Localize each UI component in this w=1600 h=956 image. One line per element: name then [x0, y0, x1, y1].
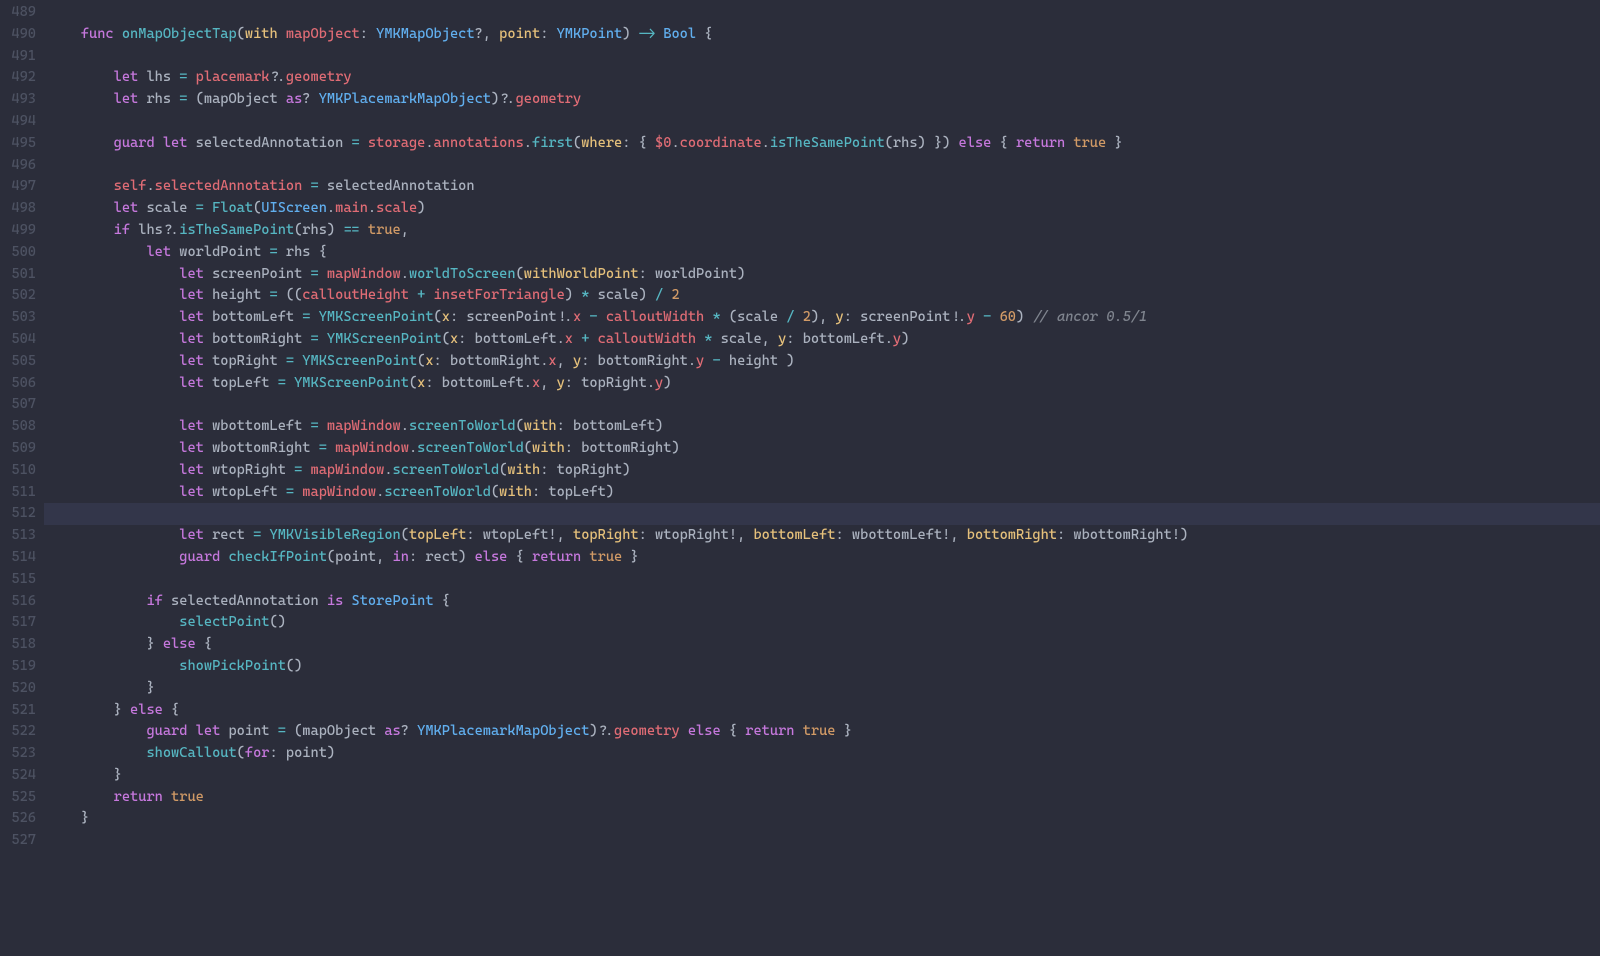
code-line[interactable]	[48, 2, 1600, 24]
line-number: 502	[0, 285, 36, 307]
line-number: 519	[0, 656, 36, 678]
line-number-gutter: 4894904914924934944954964974984995005015…	[0, 0, 48, 852]
line-number: 506	[0, 373, 36, 395]
line-number: 493	[0, 89, 36, 111]
code-line[interactable]: } else {	[48, 634, 1600, 656]
line-number: 510	[0, 460, 36, 482]
code-line[interactable]: showPickPoint()	[48, 656, 1600, 678]
line-number: 503	[0, 307, 36, 329]
code-line[interactable]: guard checkIfPoint(point, in: rect) else…	[48, 547, 1600, 569]
code-line[interactable]	[48, 46, 1600, 68]
code-line[interactable]: self.selectedAnnotation = selectedAnnota…	[48, 176, 1600, 198]
code-line[interactable]: let wtopRight = mapWindow.screenToWorld(…	[48, 460, 1600, 482]
line-number: 518	[0, 634, 36, 656]
line-number: 513	[0, 525, 36, 547]
line-number: 489	[0, 2, 36, 24]
line-number: 492	[0, 67, 36, 89]
line-number: 516	[0, 591, 36, 613]
code-line[interactable]: let rect = YMKVisibleRegion(topLeft: wto…	[48, 525, 1600, 547]
code-line[interactable]: let screenPoint = mapWindow.worldToScree…	[48, 264, 1600, 286]
line-number: 496	[0, 155, 36, 177]
code-line[interactable]: func onMapObjectTap(with mapObject: YMKM…	[48, 24, 1600, 46]
code-line[interactable]: let height = ((calloutHeight + insetForT…	[48, 285, 1600, 307]
code-line[interactable]: selectPoint()	[48, 612, 1600, 634]
line-number: 509	[0, 438, 36, 460]
line-number: 495	[0, 133, 36, 155]
code-line[interactable]	[48, 569, 1600, 591]
line-number: 497	[0, 176, 36, 198]
line-number: 514	[0, 547, 36, 569]
line-number: 526	[0, 808, 36, 830]
code-line[interactable]: let lhs = placemark?.geometry	[48, 67, 1600, 89]
line-number: 527	[0, 830, 36, 852]
code-line[interactable]: let topLeft = YMKScreenPoint(x: bottomLe…	[48, 373, 1600, 395]
code-line[interactable]	[48, 830, 1600, 852]
line-number: 494	[0, 111, 36, 133]
line-number: 523	[0, 743, 36, 765]
code-area[interactable]: func onMapObjectTap(with mapObject: YMKM…	[48, 0, 1600, 852]
code-line[interactable]: guard let selectedAnnotation = storage.a…	[48, 133, 1600, 155]
code-line[interactable]: }	[48, 678, 1600, 700]
line-number: 521	[0, 700, 36, 722]
code-line[interactable]: let scale = Float(UIScreen.main.scale)	[48, 198, 1600, 220]
code-line[interactable]	[48, 155, 1600, 177]
line-number: 512	[0, 503, 36, 525]
code-line[interactable]: }	[48, 808, 1600, 830]
code-line[interactable]: }	[48, 765, 1600, 787]
line-number: 499	[0, 220, 36, 242]
line-number: 505	[0, 351, 36, 373]
line-number: 525	[0, 787, 36, 809]
code-line[interactable]	[44, 503, 1600, 525]
code-line[interactable]: guard let point = (mapObject as? YMKPlac…	[48, 721, 1600, 743]
line-number: 491	[0, 46, 36, 68]
line-number: 515	[0, 569, 36, 591]
code-line[interactable]: showCallout(for: point)	[48, 743, 1600, 765]
code-line[interactable]: if selectedAnnotation is StorePoint {	[48, 591, 1600, 613]
line-number: 524	[0, 765, 36, 787]
code-editor[interactable]: 4894904914924934944954964974984995005015…	[0, 0, 1600, 852]
line-number: 517	[0, 612, 36, 634]
code-line[interactable]: let rhs = (mapObject as? YMKPlacemarkMap…	[48, 89, 1600, 111]
code-line[interactable]: if lhs?.isTheSamePoint(rhs) == true,	[48, 220, 1600, 242]
code-line[interactable]: let wbottomRight = mapWindow.screenToWor…	[48, 438, 1600, 460]
line-number: 520	[0, 678, 36, 700]
line-number: 522	[0, 721, 36, 743]
code-line[interactable]: let topRight = YMKScreenPoint(x: bottomR…	[48, 351, 1600, 373]
line-number: 504	[0, 329, 36, 351]
line-number: 501	[0, 264, 36, 286]
code-line[interactable]: let bottomLeft = YMKScreenPoint(x: scree…	[48, 307, 1600, 329]
code-line[interactable]: } else {	[48, 700, 1600, 722]
code-line[interactable]: return true	[48, 787, 1600, 809]
line-number: 508	[0, 416, 36, 438]
line-number: 511	[0, 482, 36, 504]
code-line[interactable]	[48, 394, 1600, 416]
code-line[interactable]: let bottomRight = YMKScreenPoint(x: bott…	[48, 329, 1600, 351]
line-number: 507	[0, 394, 36, 416]
code-line[interactable]: let wtopLeft = mapWindow.screenToWorld(w…	[48, 482, 1600, 504]
code-line[interactable]: let wbottomLeft = mapWindow.screenToWorl…	[48, 416, 1600, 438]
line-number: 490	[0, 24, 36, 46]
code-line[interactable]: let worldPoint = rhs {	[48, 242, 1600, 264]
code-line[interactable]	[48, 111, 1600, 133]
line-number: 500	[0, 242, 36, 264]
line-number: 498	[0, 198, 36, 220]
